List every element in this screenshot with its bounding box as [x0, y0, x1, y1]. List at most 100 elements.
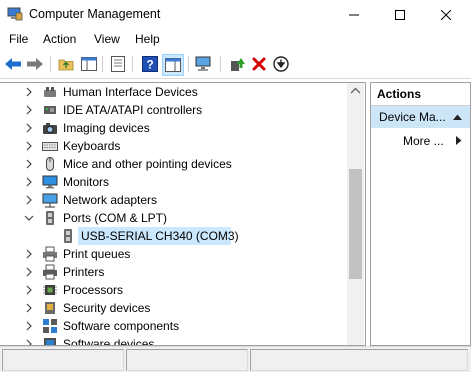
tree-item-security-devices[interactable]: Security devices	[0, 299, 345, 317]
tree-item-processors[interactable]: Processors	[0, 281, 345, 299]
tree-item-ports-com-lpt[interactable]: Ports (COM & LPT)	[0, 209, 345, 227]
download-driver-button[interactable]	[271, 54, 291, 74]
menu-bar: File Action View Help	[0, 29, 471, 49]
tree-item-label: Monitors	[63, 175, 110, 189]
serial-port-icon	[60, 228, 76, 244]
chevron-right-icon[interactable]	[24, 320, 34, 332]
scan-hardware-button[interactable]	[194, 54, 214, 74]
chevron-right-icon[interactable]	[24, 140, 34, 152]
port-icon	[42, 210, 58, 226]
tree-item-label: Print queues	[63, 247, 131, 261]
chevron-right-icon[interactable]	[24, 158, 34, 170]
tree-item-software-components[interactable]: Software components	[0, 317, 345, 335]
chevron-down-icon[interactable]	[24, 212, 34, 224]
status-cell	[126, 349, 248, 371]
tree-item-label: Ports (COM & LPT)	[63, 211, 168, 225]
status-cell	[250, 349, 468, 371]
back-button[interactable]	[3, 54, 23, 74]
status-bar	[0, 346, 471, 372]
tree-item-monitors[interactable]: Monitors	[0, 173, 345, 191]
menu-help[interactable]: Help	[135, 32, 160, 46]
tree-item-label: Security devices	[63, 301, 151, 315]
tree-item-label: IDE ATA/ATAPI controllers	[63, 103, 203, 117]
chevron-right-icon[interactable]	[24, 176, 34, 188]
monitor-icon	[42, 174, 58, 190]
ide-controller-icon	[42, 102, 58, 118]
network-adapter-icon	[42, 192, 58, 208]
more-actions-label: More ...	[403, 134, 444, 148]
actions-more-item[interactable]: More ...	[371, 131, 470, 151]
tree-item-label: Keyboards	[63, 139, 121, 153]
chevron-right-icon[interactable]	[24, 338, 34, 345]
tree-item-label: Network adapters	[63, 193, 158, 207]
show-hide-action-pane-button[interactable]	[162, 54, 184, 76]
tree-item-network-adapters[interactable]: Network adapters	[0, 191, 345, 209]
close-button[interactable]	[423, 0, 469, 29]
mouse-icon	[42, 156, 58, 172]
tree-item-mice-and-other-pointing-devices[interactable]: Mice and other pointing devices	[0, 155, 345, 173]
collapse-up-icon[interactable]	[453, 114, 462, 120]
menu-view[interactable]: View	[94, 32, 120, 46]
chevron-right-icon[interactable]	[24, 302, 34, 314]
chevron-right-icon[interactable]	[24, 248, 34, 260]
actions-title: Actions	[377, 87, 422, 101]
hid-icon	[42, 84, 58, 100]
chevron-right-icon[interactable]	[24, 104, 34, 116]
chevron-right-icon[interactable]	[24, 284, 34, 296]
processor-icon	[42, 282, 58, 298]
tree-item-label: Human Interface Devices	[63, 85, 198, 99]
actions-pane: Actions Device Ma... More ...	[370, 82, 471, 346]
toolbar: ?	[0, 50, 471, 79]
tree-item-ide-ata-atapi-controllers[interactable]: IDE ATA/ATAPI controllers	[0, 101, 345, 119]
window-title: Computer Management	[29, 7, 161, 21]
tree-item-software-devices[interactable]: Software devices	[0, 335, 345, 346]
submenu-arrow-icon	[456, 136, 462, 145]
forward-button[interactable]	[25, 54, 45, 74]
status-cell	[2, 349, 124, 371]
tree-item-usb-serial-ch340[interactable]: USB-SERIAL CH340 (COM3)	[0, 227, 345, 245]
chevron-right-icon[interactable]	[24, 122, 34, 134]
tree-item-label: Processors	[63, 283, 124, 297]
menu-file[interactable]: File	[9, 32, 28, 46]
svg-text:?: ?	[146, 58, 153, 72]
title-bar: Computer Management	[0, 0, 471, 29]
tree-item-label: Imaging devices	[63, 121, 150, 135]
tree-item-label: USB-SERIAL CH340 (COM3)	[81, 229, 239, 243]
chevron-right-icon[interactable]	[24, 194, 34, 206]
scroll-up-arrow-icon[interactable]	[351, 88, 360, 94]
menu-action[interactable]: Action	[43, 32, 76, 46]
uninstall-device-button[interactable]	[249, 54, 269, 74]
tree-item-print-queues[interactable]: Print queues	[0, 245, 345, 263]
security-device-icon	[42, 300, 58, 316]
actions-header: Actions	[371, 83, 470, 106]
properties-button[interactable]	[108, 54, 128, 74]
actions-section-device-manager[interactable]: Device Ma...	[371, 106, 470, 128]
camera-icon	[42, 120, 58, 136]
tree-item-label: Software devices	[63, 337, 155, 346]
software-component-icon	[42, 318, 58, 334]
help-button[interactable]: ?	[140, 54, 160, 74]
tree-item-label: Software components	[63, 319, 180, 333]
keyboard-icon	[42, 138, 58, 154]
maximize-button[interactable]	[377, 0, 423, 29]
print-queue-icon	[42, 246, 58, 262]
computer-management-icon	[7, 7, 23, 21]
software-device-icon	[42, 336, 58, 345]
update-driver-button[interactable]	[227, 54, 247, 74]
tree-item-label: Printers	[63, 265, 105, 279]
tree-vertical-scrollbar[interactable]	[347, 83, 364, 345]
tree-item-keyboards[interactable]: Keyboards	[0, 137, 345, 155]
chevron-right-icon[interactable]	[24, 86, 34, 98]
show-hide-console-tree-button[interactable]	[79, 54, 99, 74]
printer-icon	[42, 264, 58, 280]
chevron-right-icon[interactable]	[24, 266, 34, 278]
up-folder-button[interactable]	[56, 54, 76, 74]
tree-item-imaging-devices[interactable]: Imaging devices	[0, 119, 345, 137]
tree-item-printers[interactable]: Printers	[0, 263, 345, 281]
minimize-button[interactable]	[331, 0, 377, 29]
tree-item-human-interface-devices[interactable]: Human Interface Devices	[0, 83, 345, 101]
scrollbar-thumb[interactable]	[349, 169, 362, 279]
tree-item-label: Mice and other pointing devices	[63, 157, 232, 171]
actions-section-label: Device Ma...	[379, 110, 446, 124]
device-tree[interactable]: Human Interface Devices IDE ATA/ATAPI co…	[0, 82, 366, 346]
